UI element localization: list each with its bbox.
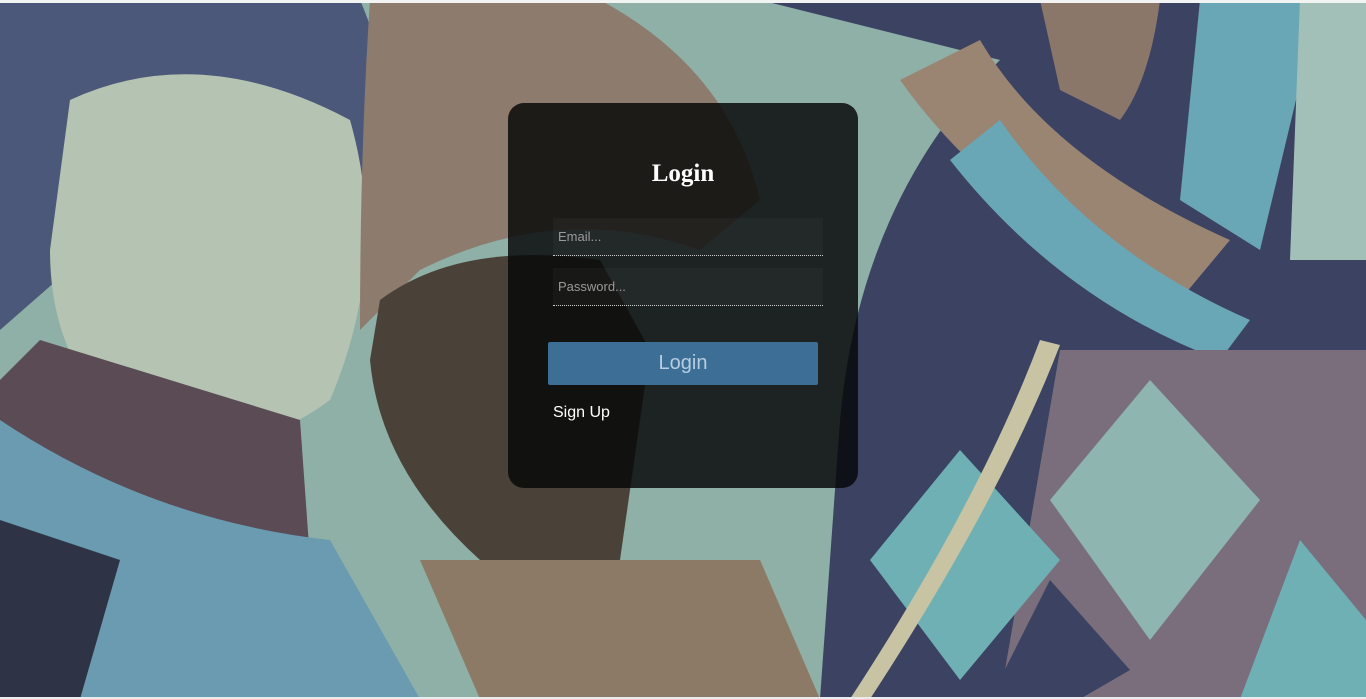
login-title: Login: [651, 160, 715, 187]
top-border: [0, 0, 1366, 3]
password-field[interactable]: [553, 268, 823, 306]
login-button[interactable]: Login: [548, 342, 818, 385]
sign-up-link[interactable]: Sign Up: [553, 404, 610, 422]
email-field[interactable]: [553, 218, 823, 256]
